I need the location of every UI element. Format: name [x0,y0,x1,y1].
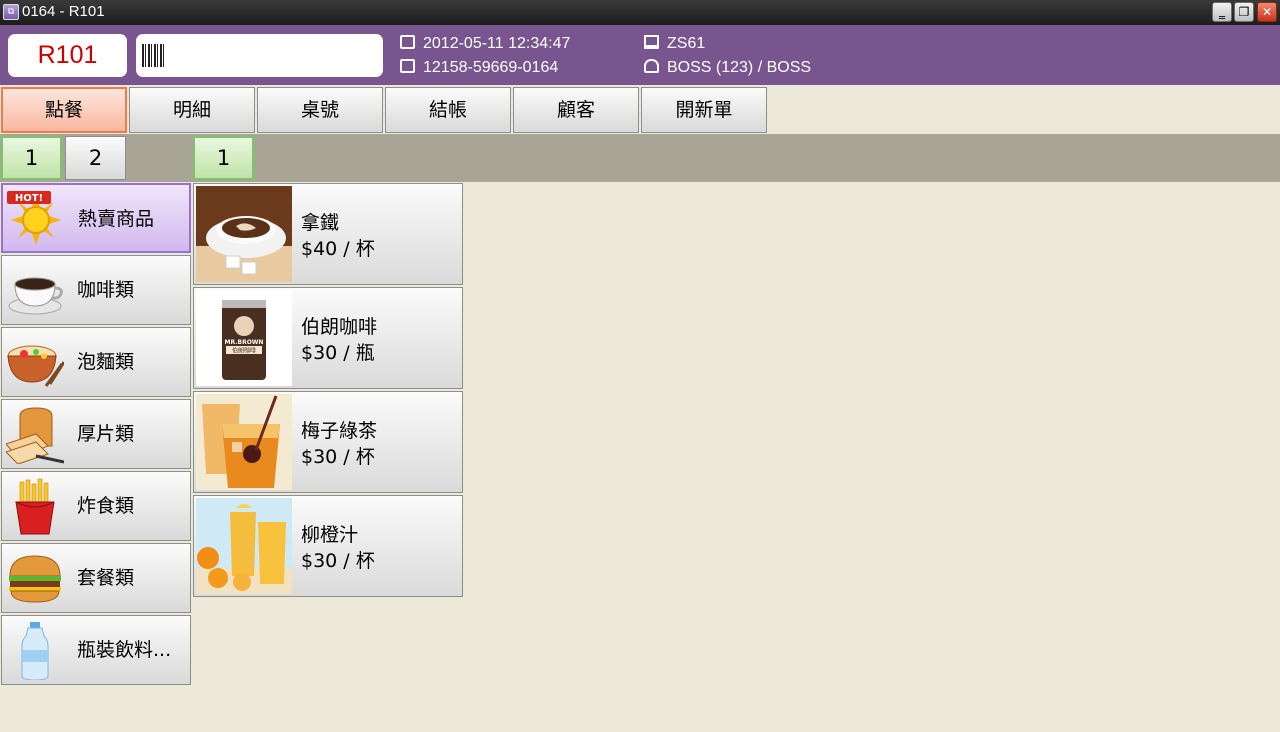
calendar-icon [400,35,415,49]
category-label: 瓶裝飲料... [77,639,172,661]
barcode-input[interactable] [136,34,383,77]
receipt-icon [400,59,415,73]
category-bottled-drinks[interactable]: 瓶裝飲料... [1,615,191,685]
order-number-text: 12158-59669-0164 [423,59,559,76]
window-title: 0164 - R101 [22,3,105,20]
station-info: ZS61 [644,35,705,53]
category-label: 咖啡類 [77,279,135,301]
category-label: 炸食類 [77,495,135,517]
tab-checkout[interactable]: 結帳 [385,87,511,133]
category-thick-toast[interactable]: 厚片類 [1,399,191,469]
product-page-1-button[interactable]: 1 [193,136,254,180]
user-info: BOSS (123) / BOSS [644,59,811,77]
noodle-bowl-icon [7,345,64,387]
product-price: $30 / 瓶 [301,342,375,364]
tab-details[interactable]: 明細 [129,87,255,133]
category-label: 套餐類 [77,567,135,589]
app-icon: ⧉ [3,4,19,20]
minimize-button[interactable]: ‗ [1212,2,1232,22]
coffee-cup-icon [8,277,63,315]
order-header: R101 2012-05-11 12:34:47 12158-59669-016… [0,25,1280,85]
water-bottle-icon [21,622,49,680]
can-label-text: 伯朗咖啡 [232,347,256,355]
category-hot-items[interactable]: HOT! 熱賣商品 [1,183,191,253]
category-label: 厚片類 [77,423,135,445]
product-price: $30 / 杯 [301,446,375,468]
category-page-2-button[interactable]: 2 [65,136,126,180]
product-orange-juice[interactable]: 柳橙汁 $30 / 杯 [193,495,463,597]
product-name: 拿鐵 [301,212,340,234]
datetime-info: 2012-05-11 12:34:47 [400,35,570,53]
product-plum-green-tea[interactable]: 梅子綠茶 $30 / 杯 [193,391,463,493]
category-coffee[interactable]: 咖啡類 [1,255,191,325]
toast-bread-icon [6,407,64,464]
hot-sun-icon: HOT! [7,191,61,245]
category-label: 熱賣商品 [78,208,155,230]
barcode-icon [142,44,164,67]
table-number[interactable]: R101 [8,34,127,77]
latte-image [196,186,292,282]
window-titlebar: ⧉ 0164 - R101 ‗ ❐ ✕ [0,0,1280,25]
orange-juice-image [196,498,292,594]
category-combo-meals[interactable]: 套餐類 [1,543,191,613]
datetime-text: 2012-05-11 12:34:47 [423,35,571,52]
computer-icon [644,35,659,49]
order-number-info: 12158-59669-0164 [400,59,558,77]
can-brand-text: MR.BROWN [225,339,264,346]
product-name: 梅子綠茶 [301,420,378,442]
category-fried-food[interactable]: 炸食類 [1,471,191,541]
close-button[interactable]: ✕ [1257,2,1277,22]
tab-order[interactable]: 點餐 [1,87,127,133]
hot-badge: HOT! [15,193,43,204]
fries-icon [15,478,55,535]
burger-icon [9,555,61,603]
tab-customer[interactable]: 顧客 [513,87,639,133]
product-name: 伯朗咖啡 [301,316,378,338]
product-price: $30 / 杯 [301,550,375,572]
tab-new-order[interactable]: 開新單 [641,87,767,133]
product-latte[interactable]: 拿鐵 $40 / 杯 [193,183,463,285]
category-instant-noodles[interactable]: 泡麵類 [1,327,191,397]
category-page-1-button[interactable]: 1 [1,136,62,180]
product-name: 柳橙汁 [301,524,359,546]
product-brown-coffee[interactable]: MR.BROWN 伯朗咖啡 伯朗咖啡 $30 / 瓶 [193,287,463,389]
page-strip [0,134,1280,182]
product-price: $40 / 杯 [301,238,375,260]
tab-table[interactable]: 桌號 [257,87,383,133]
user-text: BOSS (123) / BOSS [667,59,812,76]
maximize-button[interactable]: ❐ [1234,2,1254,22]
station-text: ZS61 [667,35,706,52]
user-icon [644,59,659,73]
category-label: 泡麵類 [77,351,135,373]
plum-green-tea-image [196,394,292,490]
brown-coffee-can-image: MR.BROWN 伯朗咖啡 [196,290,292,386]
